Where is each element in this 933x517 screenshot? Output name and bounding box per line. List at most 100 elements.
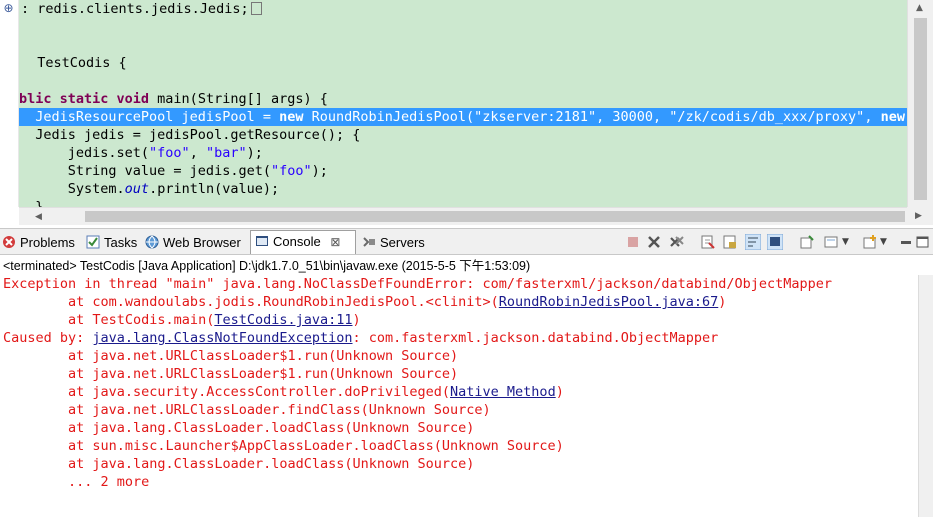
console-text: at java.lang.ClassLoader.loadClass(Unkno… (3, 420, 475, 436)
console-vertical-scrollbar[interactable] (918, 275, 933, 517)
stacktrace-link[interactable]: TestCodis.java:11 (214, 312, 352, 328)
code-editor[interactable]: ⊕ : redis.clients.jedis.Jedis; TestCodis… (0, 0, 933, 225)
tab-web-browser[interactable]: Web Browser (145, 232, 241, 253)
code-line[interactable]: TestCodis { (21, 54, 127, 72)
code-token: JedisResourcePool jedisPool = (19, 109, 280, 125)
word-wrap-icon[interactable] (745, 234, 761, 250)
editor-vertical-scrollbar[interactable]: ▲ (907, 0, 933, 207)
code-area[interactable]: : redis.clients.jedis.Jedis; TestCodis {… (19, 0, 907, 207)
console-text: at java.lang.ClassLoader.loadClass(Unkno… (3, 456, 475, 472)
scroll-left-icon[interactable]: ◀ (35, 212, 42, 222)
remove-all-terminated-icon[interactable] (669, 234, 685, 250)
code-token: String value = jedis.get( (19, 163, 271, 179)
console-text: at java.net.URLClassLoader.findClass(Unk… (3, 402, 491, 418)
console-line: at java.security.AccessController.doPriv… (3, 383, 564, 401)
show-console-icon[interactable] (767, 234, 783, 250)
tab-label: Servers (380, 235, 425, 250)
code-token: ); (246, 145, 263, 161)
scroll-right-icon[interactable]: ▶ (915, 211, 922, 221)
keyword-token: blic static void (19, 91, 150, 107)
console-line: at java.lang.ClassLoader.loadClass(Unkno… (3, 455, 474, 473)
console-line: at java.net.URLClassLoader.findClass(Unk… (3, 401, 491, 419)
code-line[interactable]: } (19, 198, 43, 207)
console-view[interactable]: <terminated> TestCodis [Java Application… (0, 254, 933, 517)
console-text: ) (555, 384, 564, 400)
keyword-token: new (279, 109, 304, 125)
code-line[interactable]: : redis.clients.jedis.Jedis; (21, 0, 262, 18)
maximize-icon[interactable] (915, 234, 931, 250)
views-tab-bar: Problems Tasks Web Browser Console ⊠ Ser… (0, 228, 933, 255)
tab-console[interactable]: Console ⊠ (250, 230, 356, 255)
tab-label: Web Browser (163, 235, 241, 250)
code-token: out (124, 181, 150, 197)
code-line[interactable]: String value = jedis.get("foo"); (19, 162, 328, 180)
console-text: ... 2 more (3, 474, 150, 490)
stacktrace-link[interactable]: Native Method (450, 384, 556, 400)
console-icon (256, 236, 268, 246)
code-token: System. (19, 181, 125, 197)
globe-icon (145, 235, 159, 249)
console-text: Exception in thread "main" java.lang.NoC… (3, 276, 833, 292)
console-text: ) (352, 312, 361, 328)
minimize-icon[interactable] (898, 234, 914, 250)
collapsed-imports-icon[interactable] (250, 2, 262, 15)
console-text: at TestCodis.main( (3, 312, 215, 328)
scroll-lock-icon[interactable] (722, 234, 738, 250)
code-line[interactable]: Jedis jedis = jedisPool.getResource(); { (19, 126, 360, 144)
string-token: "zkserver:2181" (474, 109, 597, 125)
console-line: at java.net.URLClassLoader$1.run(Unknown… (3, 347, 458, 365)
tab-problems[interactable]: Problems (2, 232, 75, 253)
code-token: RoundRobinJedisPool( (303, 109, 475, 125)
scroll-up-icon[interactable]: ▲ (916, 3, 923, 13)
chevron-down-icon[interactable]: ▼ (842, 234, 858, 250)
close-tab-icon[interactable]: ⊠ (330, 235, 340, 249)
console-text: ) (718, 294, 727, 310)
string-token: "foo" (149, 145, 190, 161)
console-text: at java.security.AccessController.doPriv… (3, 384, 451, 400)
console-line: at java.lang.ClassLoader.loadClass(Unkno… (3, 419, 474, 437)
code-token: } (19, 199, 44, 207)
console-line: Caused by: java.lang.ClassNotFoundExcept… (3, 329, 718, 347)
string-token: "foo" (270, 163, 312, 179)
clear-console-icon[interactable] (700, 234, 716, 250)
chevron-down-icon[interactable]: ▼ (880, 234, 896, 250)
open-console-icon[interactable] (862, 234, 878, 250)
terminate-icon[interactable] (625, 234, 641, 250)
editor-horizontal-scrollbar[interactable]: ◀ (19, 207, 907, 225)
code-token: TestCodis { (21, 55, 127, 71)
code-token: main(String[] args) { (149, 91, 328, 107)
console-line: ... 2 more (3, 473, 149, 491)
console-output[interactable]: Exception in thread "main" java.lang.NoC… (0, 275, 918, 517)
code-token: .println(value); (149, 181, 280, 197)
code-line[interactable]: System.out.println(value); (19, 180, 279, 198)
pin-console-icon[interactable] (799, 234, 815, 250)
console-text: at java.net.URLClassLoader$1.run(Unknown… (3, 348, 459, 364)
remove-launch-icon[interactable] (646, 234, 662, 250)
editor-ruler: ⊕ (0, 0, 19, 207)
scrollbar-thumb[interactable] (85, 211, 905, 222)
console-text: at com.wandoulabs.jodis.RoundRobinJedisP… (3, 294, 499, 310)
tab-tasks[interactable]: Tasks (86, 232, 137, 253)
code-line[interactable]: jedis.set("foo", "bar"); (19, 144, 263, 162)
code-token: : redis.clients.jedis.Jedis; (21, 1, 249, 17)
code-line[interactable]: blic static void main(String[] args) { (19, 90, 328, 108)
selected-code-line[interactable]: JedisResourcePool jedisPool = new RoundR… (19, 108, 907, 126)
console-text: Caused by: (3, 330, 93, 346)
console-text: at java.net.URLClassLoader$1.run(Unknown… (3, 366, 459, 382)
string-token: "bar" (205, 145, 247, 161)
stacktrace-link[interactable]: java.lang.ClassNotFoundException (92, 330, 352, 346)
servers-icon (363, 237, 375, 247)
console-line: at sun.misc.Launcher$AppClassLoader.load… (3, 437, 564, 455)
console-text: : com.fasterxml.jackson.databind.ObjectM… (352, 330, 719, 346)
tab-servers[interactable]: Servers (362, 232, 425, 253)
display-console-icon[interactable] (823, 234, 839, 250)
stacktrace-link[interactable]: RoundRobinJedisPool.java:67 (499, 294, 718, 310)
tab-label: Console (273, 234, 321, 249)
keyword-token: new (880, 109, 905, 125)
code-token: ); (311, 163, 328, 179)
console-title: <terminated> TestCodis [Java Application… (3, 259, 531, 273)
expand-fold-icon[interactable]: ⊕ (3, 2, 14, 14)
code-token: , 30000, (596, 109, 670, 125)
scrollbar-thumb[interactable] (914, 18, 927, 200)
tasks-icon (86, 235, 100, 249)
